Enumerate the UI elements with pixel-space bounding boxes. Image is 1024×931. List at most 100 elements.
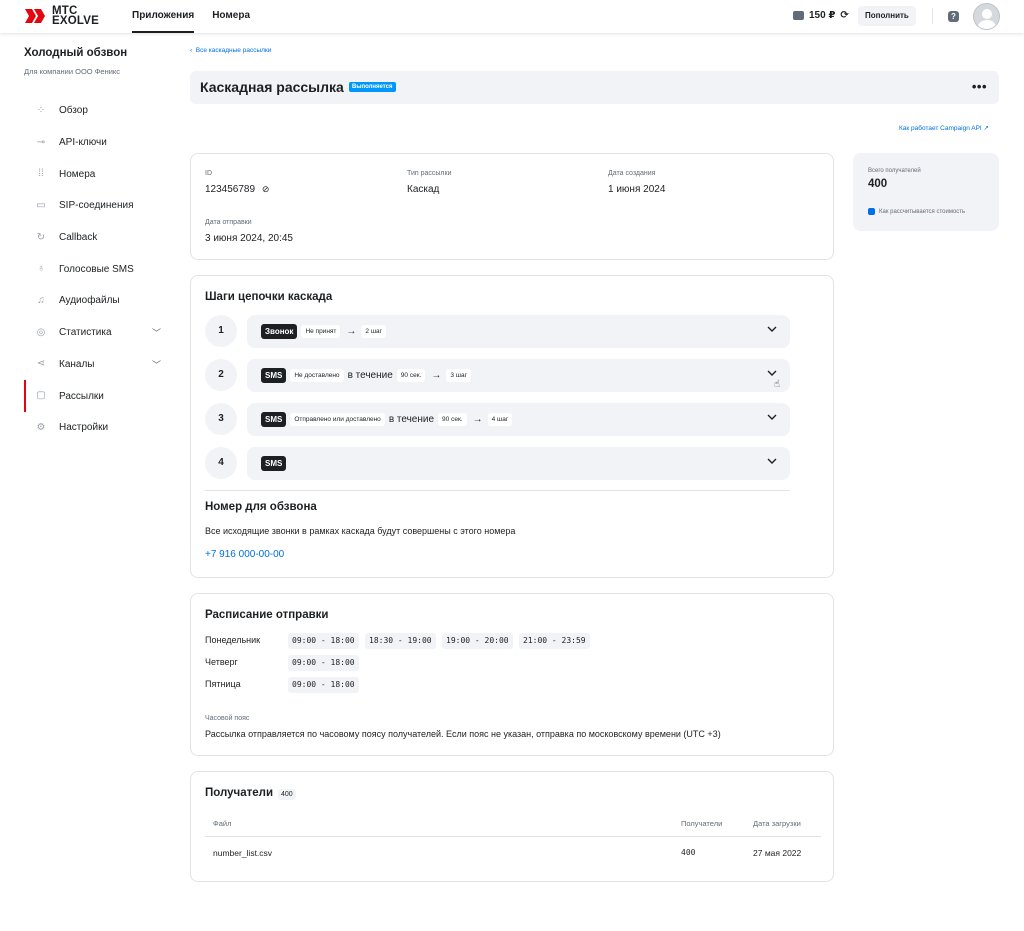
- time-range-chip: 09:00 - 18:00: [288, 655, 359, 671]
- sidebar-item-mailings[interactable]: ▢ Рассылки: [24, 380, 169, 412]
- sidebar-item-sip[interactable]: ▭ SIP-соединения: [24, 190, 169, 222]
- divider: [205, 490, 790, 491]
- question-icon[interactable]: ?: [948, 11, 959, 22]
- sent-value: 3 июня 2024, 20:45: [205, 233, 293, 244]
- total-label: Всего получателей: [868, 168, 921, 174]
- balance: 150 ₽ ⟳: [793, 10, 849, 21]
- channel-chip: SMS: [261, 412, 287, 427]
- sidebar-item-voice-sms[interactable]: ♁ Голосовые SMS: [24, 253, 169, 285]
- sidebar-item-label: Рассылки: [59, 390, 104, 402]
- refresh-icon[interactable]: ⟳: [840, 10, 848, 21]
- mic-icon: ♁: [37, 263, 45, 275]
- mts-exolve-logo[interactable]: МТС EXOLVE: [24, 5, 99, 27]
- column-header-recipients: Получатели: [681, 819, 723, 828]
- timeout-chip: 90 сек.: [396, 369, 426, 382]
- created-value: 1 июня 2024: [608, 184, 666, 195]
- breadcrumb[interactable]: ‹ Все каскадные рассылки: [190, 47, 271, 54]
- condition-chip: Отправлено или доставлено: [290, 413, 385, 426]
- chevron-down-icon[interactable]: [767, 368, 777, 378]
- cost-link[interactable]: Как рассчитывается стоимость: [868, 208, 965, 215]
- column-header-file: Файл: [213, 819, 232, 828]
- column-header-upload-date: Дата загрузки: [753, 819, 801, 828]
- chevron-down-icon[interactable]: [767, 456, 777, 466]
- created-label: Дата создания: [608, 170, 656, 177]
- time-range-chip: 21:00 - 23:59: [519, 633, 590, 649]
- within-label: в течение: [388, 414, 435, 425]
- sidebar-item-label: Обзор: [59, 105, 88, 117]
- next-step-chip: 4 шаг: [487, 413, 513, 426]
- cascade-steps-card: Шаги цепочки каскада 1 Звонок Не принят …: [190, 275, 834, 578]
- time-range-chip: 09:00 - 18:00: [288, 633, 359, 649]
- sidebar-item-settings[interactable]: ⚙ Настройки: [24, 412, 169, 444]
- sidebar-item-callback[interactable]: ↻ Callback: [24, 222, 169, 254]
- logo-text: МТС EXOLVE: [52, 5, 99, 27]
- id-label: ID: [205, 170, 212, 177]
- channels-icon: ⋖: [36, 358, 46, 370]
- wallet-icon: [793, 11, 804, 20]
- schedule-day: Четверг: [205, 657, 238, 667]
- caller-number-link[interactable]: +7 916 000-00-00: [205, 549, 284, 560]
- chevron-down-icon: ﹀: [151, 359, 161, 370]
- nav-applications[interactable]: Приложения: [132, 0, 195, 33]
- step-number: 1: [205, 315, 237, 347]
- condition-chip: Не принят: [301, 325, 341, 338]
- sidebar-item-label: Номера: [59, 168, 96, 180]
- step-row-3[interactable]: SMS Отправлено или доставлено в течение …: [247, 403, 790, 436]
- project-title: Холодный обзвон: [24, 47, 128, 59]
- project-subtitle: Для компании ООО Феникс: [24, 67, 121, 76]
- schedule-card: Расписание отправки Понедельник 09:00 - …: [190, 593, 834, 756]
- sidebar-item-channels[interactable]: ⋖ Каналы ﹀: [24, 349, 169, 381]
- next-step-chip: 3 шаг: [446, 369, 471, 382]
- sidebar-item-numbers[interactable]: ⁞⁞ Номера: [24, 158, 169, 190]
- schedule-day: Понедельник: [205, 635, 261, 645]
- callback-icon: ↻: [36, 231, 46, 243]
- logo-icon: [25, 9, 45, 23]
- chevron-down-icon: ﹀: [151, 327, 161, 338]
- chevron-down-icon[interactable]: [767, 412, 777, 422]
- sidebar-item-label: API-ключи: [59, 137, 107, 149]
- sidebar-item-overview[interactable]: ⁘ Обзор: [24, 95, 169, 127]
- time-range-chip: 18:30 - 19:00: [365, 633, 436, 649]
- sidebar-item-label: Callback: [59, 232, 98, 244]
- chevron-down-icon[interactable]: [767, 324, 777, 334]
- music-icon: ♫: [37, 294, 45, 306]
- page-header: Каскадная рассылка Выполняется •••: [190, 71, 999, 104]
- file-name: number_list.csv: [213, 848, 273, 858]
- step-number: 4: [205, 447, 237, 479]
- divider: [205, 836, 821, 837]
- sidebar-item-api-keys[interactable]: ⊸ API-ключи: [24, 127, 169, 159]
- time-range-chip: 19:00 - 20:00: [442, 633, 513, 649]
- recipients-card: Получатели 400 Файл Получатели Дата загр…: [190, 771, 834, 882]
- topup-button[interactable]: Пополнить: [858, 6, 916, 26]
- sidebar-item-statistics[interactable]: ◎ Статистика ﹀: [24, 317, 169, 349]
- info-icon: [868, 208, 875, 215]
- arrow-right-icon: →: [431, 370, 442, 381]
- channel-chip: SMS: [261, 456, 287, 471]
- sidebar-item-label: Статистика: [59, 327, 112, 339]
- step-row-4[interactable]: SMS: [247, 447, 790, 480]
- steps-title: Шаги цепочки каскада: [205, 291, 333, 303]
- file-upload-date: 27 мая 2022: [753, 848, 802, 858]
- step-row-1[interactable]: Звонок Не принят → 2 шаг: [247, 315, 790, 348]
- campaign-api-link[interactable]: Как работает Campaign API ↗: [899, 124, 989, 132]
- condition-chip: Не доставлено: [290, 369, 344, 382]
- status-badge: Выполняется: [349, 82, 396, 92]
- recipients-title: Получатели: [205, 787, 274, 799]
- page-title: Каскадная рассылка: [200, 79, 344, 95]
- sidebar-item-audio[interactable]: ♫ Аудиофайлы: [24, 285, 169, 317]
- avatar[interactable]: [973, 3, 1000, 30]
- sent-label: Дата отправки: [205, 219, 252, 226]
- sidebar-item-label: Аудиофайлы: [59, 295, 120, 307]
- step-number: 3: [205, 403, 237, 435]
- caller-number-desc: Все исходящие звонки в рамках каскада бу…: [205, 526, 516, 536]
- nav-numbers[interactable]: Номера: [212, 0, 250, 33]
- caller-number-title: Номер для обзвона: [205, 501, 317, 513]
- arrow-right-icon: →: [472, 414, 483, 425]
- more-menu-icon[interactable]: •••: [972, 79, 987, 94]
- sidebar-menu: ⁘ Обзор ⊸ API-ключи ⁞⁞ Номера ▭ SIP-соед…: [24, 95, 169, 444]
- type-value: Каскад: [407, 184, 440, 195]
- link-icon[interactable]: ⊘: [262, 184, 270, 194]
- sidebar-item-label: Настройки: [59, 422, 109, 434]
- top-bar: МТС EXOLVE Приложения Номера 150 ₽ ⟳ Поп…: [0, 0, 1024, 33]
- step-row-2[interactable]: SMS Не доставлено в течение 90 сек. → 3 …: [247, 359, 790, 392]
